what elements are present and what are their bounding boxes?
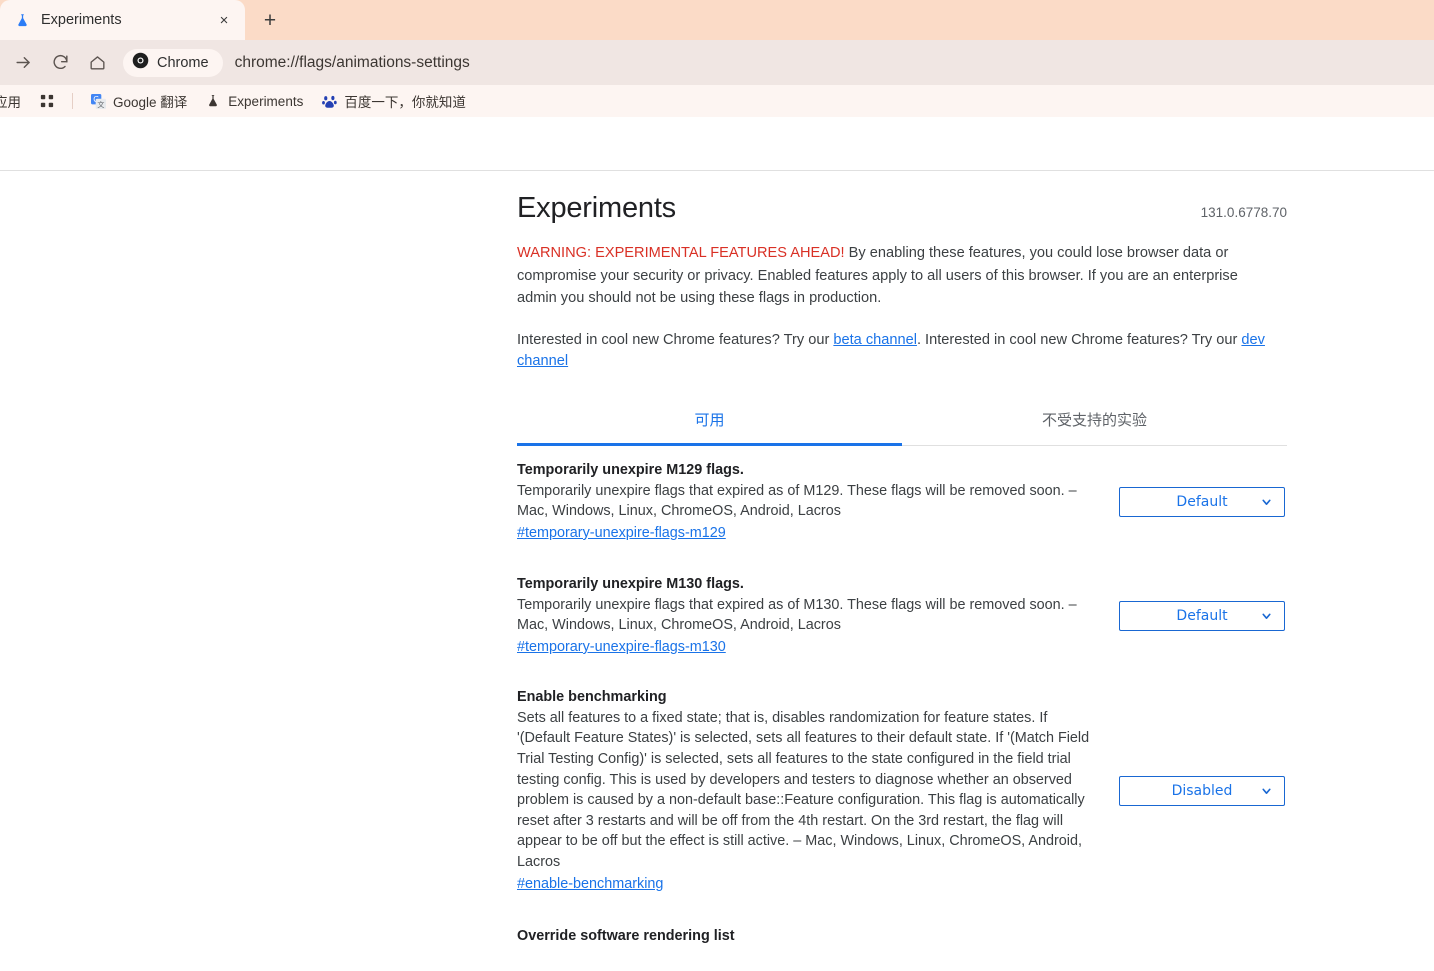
flag-row: Override software rendering list Overrid… bbox=[517, 893, 1287, 945]
chrome-chip-label: Chrome bbox=[157, 54, 209, 71]
tab-active-underline bbox=[517, 442, 902, 446]
bookmark-experiments[interactable]: Experiments bbox=[196, 90, 312, 112]
flag-select[interactable]: Disabled bbox=[1119, 775, 1285, 806]
channel-promo: Interested in cool new Chrome features? … bbox=[517, 330, 1265, 372]
flags-tabs: 可用 不受支持的实验 bbox=[517, 396, 1287, 446]
grid-icon bbox=[39, 93, 55, 109]
flask-icon bbox=[205, 93, 221, 109]
address-bar[interactable]: Chrome chrome://flags/animations-setting… bbox=[123, 47, 1422, 79]
channel-text-1: Interested in cool new Chrome features? … bbox=[517, 331, 834, 348]
bookmarks-divider bbox=[72, 93, 73, 109]
flag-select-value: Disabled bbox=[1171, 782, 1233, 799]
flag-select-value: Default bbox=[1176, 607, 1228, 624]
browser-tab-experiments[interactable]: Experiments × bbox=[0, 0, 245, 40]
bookmark-grid[interactable] bbox=[30, 90, 64, 112]
flag-select-cell: Disabled bbox=[1119, 775, 1287, 806]
flag-select[interactable]: Default bbox=[1119, 600, 1285, 631]
flag-name: Temporarily unexpire M130 flags. bbox=[517, 575, 744, 592]
page-header: Experiments 131.0.6778.70 bbox=[517, 192, 1287, 225]
tab-available[interactable]: 可用 bbox=[517, 396, 902, 445]
flag-name: Temporarily unexpire M129 flags. bbox=[517, 461, 744, 478]
browser-toolbar: Chrome chrome://flags/animations-setting… bbox=[0, 40, 1434, 85]
close-icon[interactable]: × bbox=[213, 9, 235, 31]
flag-permalink[interactable]: #temporary-unexpire-flags-m129 bbox=[517, 525, 726, 541]
beta-channel-link[interactable]: beta channel bbox=[833, 332, 917, 348]
flags-page: Experiments 131.0.6778.70 WARNING: EXPER… bbox=[0, 171, 1434, 945]
flag-select-cell: Default bbox=[1119, 486, 1287, 517]
bookmarks-bar: 应用 G文 Google 翻译 Experiments 百度一下，你就知道 bbox=[0, 85, 1434, 117]
flag-name: Override software rendering list bbox=[517, 927, 735, 944]
flag-select-cell: Default bbox=[1119, 600, 1287, 631]
bookmark-experiments-label: Experiments bbox=[228, 93, 304, 109]
svg-text:文: 文 bbox=[97, 100, 104, 109]
reload-icon[interactable] bbox=[43, 46, 77, 80]
page-title: Experiments bbox=[517, 192, 676, 224]
baidu-icon bbox=[321, 93, 337, 109]
bookmark-google-translate[interactable]: G文 Google 翻译 bbox=[81, 88, 196, 114]
flag-select-value: Default bbox=[1176, 493, 1228, 510]
tab-unsupported[interactable]: 不受支持的实验 bbox=[902, 396, 1287, 445]
bookmark-apps-label: 应用 bbox=[0, 95, 21, 110]
flag-permalink[interactable]: #enable-benchmarking bbox=[517, 876, 663, 892]
chevron-down-icon bbox=[1260, 784, 1273, 797]
google-translate-icon: G文 bbox=[90, 93, 106, 109]
flag-description: Temporarily unexpire flags that expired … bbox=[517, 482, 1077, 520]
warning-label: WARNING: EXPERIMENTAL FEATURES AHEAD! bbox=[517, 245, 845, 261]
flag-name: Enable benchmarking bbox=[517, 688, 667, 705]
chevron-down-icon bbox=[1260, 495, 1273, 508]
flask-icon bbox=[14, 12, 31, 29]
flag-description: Sets all features to a fixed state; that… bbox=[517, 709, 1090, 871]
chrome-logo-icon bbox=[132, 52, 149, 74]
chevron-down-icon bbox=[1260, 609, 1273, 622]
tab-title: Experiments bbox=[41, 12, 122, 28]
flag-details: Temporarily unexpire M130 flags. Tempora… bbox=[517, 576, 1099, 656]
bookmark-baidu-label: 百度一下，你就知道 bbox=[344, 95, 466, 110]
channel-text-2: . Interested in cool new Chrome features… bbox=[916, 331, 1242, 348]
flag-details: Enable benchmarking Sets all features to… bbox=[517, 689, 1099, 893]
flag-row: Enable benchmarking Sets all features to… bbox=[517, 656, 1287, 893]
forward-icon[interactable] bbox=[6, 46, 40, 80]
bookmark-baidu[interactable]: 百度一下，你就知道 bbox=[312, 88, 475, 114]
flag-row: Temporarily unexpire M129 flags. Tempora… bbox=[517, 446, 1287, 542]
flag-description: Temporarily unexpire flags that expired … bbox=[517, 596, 1077, 634]
warning-banner: WARNING: EXPERIMENTAL FEATURES AHEAD! By… bbox=[517, 242, 1277, 310]
flags-search-header: Search flags 全部重置 bbox=[0, 117, 1434, 301]
flag-select[interactable]: Default bbox=[1119, 486, 1285, 517]
home-icon[interactable] bbox=[80, 46, 114, 80]
bookmark-apps[interactable]: 应用 bbox=[0, 88, 30, 114]
flag-permalink[interactable]: #temporary-unexpire-flags-m130 bbox=[517, 639, 726, 655]
bookmark-google-translate-label: Google 翻译 bbox=[113, 95, 188, 110]
version-label: 131.0.6778.70 bbox=[1200, 205, 1287, 220]
flag-row: Temporarily unexpire M130 flags. Tempora… bbox=[517, 542, 1287, 656]
address-bar-url[interactable]: chrome://flags/animations-settings bbox=[235, 54, 470, 72]
flags-content: Experiments 131.0.6778.70 WARNING: EXPER… bbox=[517, 192, 1287, 945]
flag-details: Override software rendering list Overrid… bbox=[517, 928, 1099, 945]
flag-details: Temporarily unexpire M129 flags. Tempora… bbox=[517, 462, 1099, 542]
new-tab-button[interactable]: + bbox=[255, 6, 285, 36]
chrome-chip[interactable]: Chrome bbox=[123, 48, 223, 77]
tab-strip: Experiments × + bbox=[0, 0, 1434, 40]
